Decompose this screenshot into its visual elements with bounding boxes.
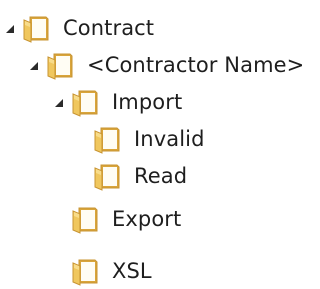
- tree-item-export[interactable]: Export: [72, 201, 181, 237]
- folder-icon: [23, 14, 50, 43]
- folder-icon: [94, 125, 121, 154]
- tree-item-contract[interactable]: Contract: [6, 10, 154, 46]
- tree-item-invalid[interactable]: Invalid: [94, 121, 205, 157]
- folder-tree: Contract <Contractor Name> Import Invali…: [0, 0, 304, 289]
- tree-item-label: Invalid: [134, 127, 205, 151]
- tree-item-contractor-name[interactable]: <Contractor Name>: [30, 47, 304, 83]
- tree-item-label: Read: [134, 164, 188, 188]
- folder-icon: [72, 257, 99, 286]
- expanded-triangle-icon[interactable]: [6, 25, 14, 33]
- folder-icon: [94, 162, 121, 191]
- tree-item-label: Export: [112, 207, 182, 231]
- tree-item-label: Contract: [63, 16, 155, 40]
- folder-icon: [72, 205, 99, 234]
- tree-item-read[interactable]: Read: [94, 158, 187, 194]
- tree-item-xsl[interactable]: XSL: [72, 253, 152, 289]
- folder-icon: [72, 88, 99, 117]
- expanded-triangle-icon[interactable]: [55, 99, 63, 107]
- tree-item-label: <Contractor Name>: [87, 53, 305, 77]
- tree-item-label: Import: [112, 90, 183, 114]
- expanded-triangle-icon[interactable]: [30, 62, 38, 70]
- folder-icon: [47, 51, 74, 80]
- tree-item-import[interactable]: Import: [55, 84, 182, 120]
- tree-item-label: XSL: [112, 259, 152, 283]
